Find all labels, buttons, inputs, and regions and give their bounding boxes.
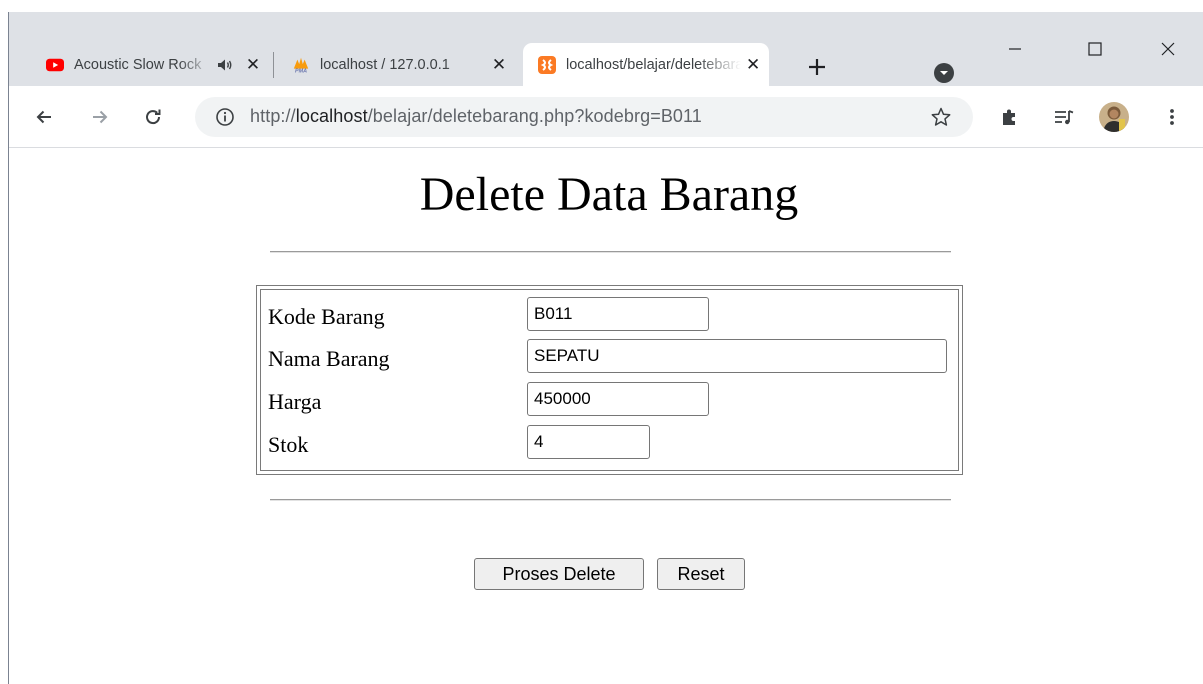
form-table: Kode Barang B011 Nama Barang SEPATU Harg…	[256, 285, 963, 475]
form-row-stok: Stok 4	[261, 422, 958, 462]
tab-title: localhost / 127.0.0.1	[320, 56, 450, 73]
browser-toolbar: http://localhost/belajar/deletebarang.ph…	[9, 86, 1203, 148]
page-title: Delete Data Barang	[419, 168, 799, 221]
tab-title: localhost/belajar/deletebarang.php	[566, 56, 742, 73]
form-table-inner: Kode Barang B011 Nama Barang SEPATU Harg…	[260, 289, 959, 471]
plus-icon	[809, 59, 825, 75]
arrow-right-icon	[93, 110, 108, 124]
field-label: Harga	[268, 389, 322, 414]
extensions-icon[interactable]	[997, 105, 1021, 129]
svg-text:PMA: PMA	[295, 68, 307, 73]
tab-youtube[interactable]: Acoustic Slow Rock ✕	[31, 43, 271, 86]
info-icon[interactable]	[215, 107, 235, 127]
forward-button[interactable]	[85, 102, 115, 132]
profile-avatar[interactable]	[1099, 102, 1129, 132]
tab-strip: Acoustic Slow Rock ✕ PMA localhost / 127…	[9, 12, 1203, 86]
page-content: Delete Data Barang Kode Barang B011 Nama…	[9, 149, 1203, 684]
close-icon	[1161, 42, 1175, 56]
nama-barang-input[interactable]: SEPATU	[527, 339, 947, 373]
field-label: Kode Barang	[268, 304, 385, 329]
tab-phpmyadmin[interactable]: PMA localhost / 127.0.0.1 ✕	[277, 43, 517, 86]
back-button[interactable]	[29, 102, 59, 132]
tab-separator	[273, 52, 274, 78]
field-label: Stok	[268, 432, 309, 457]
form-row-nama: Nama Barang SEPATU	[261, 336, 958, 376]
arrow-left-icon	[36, 110, 51, 124]
horizontal-rule	[270, 499, 951, 501]
address-bar[interactable]: http://localhost/belajar/deletebarang.ph…	[195, 97, 973, 137]
phpmyadmin-icon: PMA	[292, 56, 310, 74]
url-path: /belajar/deletebarang.php?kodebrg=B011	[367, 106, 702, 126]
youtube-icon	[46, 56, 64, 74]
close-tab-icon[interactable]: ✕	[489, 55, 509, 75]
reset-button[interactable]: Reset	[657, 558, 745, 590]
chevron-down-icon	[940, 71, 948, 75]
reload-icon	[146, 109, 161, 125]
stok-input[interactable]: 4	[527, 425, 650, 459]
url-text[interactable]: http://localhost/belajar/deletebarang.ph…	[250, 106, 702, 127]
minimize-button[interactable]	[1000, 34, 1030, 64]
form-row-harga: Harga 450000	[261, 379, 958, 419]
menu-kebab-icon[interactable]	[1160, 105, 1184, 129]
url-scheme: http://	[250, 106, 296, 126]
xampp-icon	[538, 55, 556, 74]
reload-button[interactable]	[138, 102, 168, 132]
form-row-kode: Kode Barang B011	[261, 294, 958, 334]
maximize-icon	[1088, 42, 1102, 56]
minimize-icon	[1009, 48, 1021, 50]
close-window-button[interactable]	[1153, 34, 1183, 64]
harga-input[interactable]: 450000	[527, 382, 709, 416]
url-host: localhost	[295, 106, 368, 126]
browser-window: Acoustic Slow Rock ✕ PMA localhost / 127…	[0, 0, 1203, 684]
tab-title: Acoustic Slow Rock	[74, 56, 202, 73]
close-tab-icon[interactable]: ✕	[745, 55, 761, 75]
kode-barang-input[interactable]: B011	[527, 297, 709, 331]
tab-active-deletebarang[interactable]: localhost/belajar/deletebarang.php ✕	[523, 43, 769, 86]
tab-search-button[interactable]	[934, 63, 954, 83]
audio-playing-icon[interactable]	[217, 58, 233, 72]
close-tab-icon[interactable]: ✕	[243, 55, 263, 75]
horizontal-rule	[270, 251, 951, 253]
bookmark-star-icon[interactable]	[930, 106, 952, 128]
field-label: Nama Barang	[268, 346, 390, 371]
proses-delete-button[interactable]: Proses Delete	[474, 558, 644, 590]
maximize-button[interactable]	[1080, 34, 1110, 64]
media-control-icon[interactable]	[1052, 105, 1076, 129]
new-tab-button[interactable]	[805, 56, 829, 80]
